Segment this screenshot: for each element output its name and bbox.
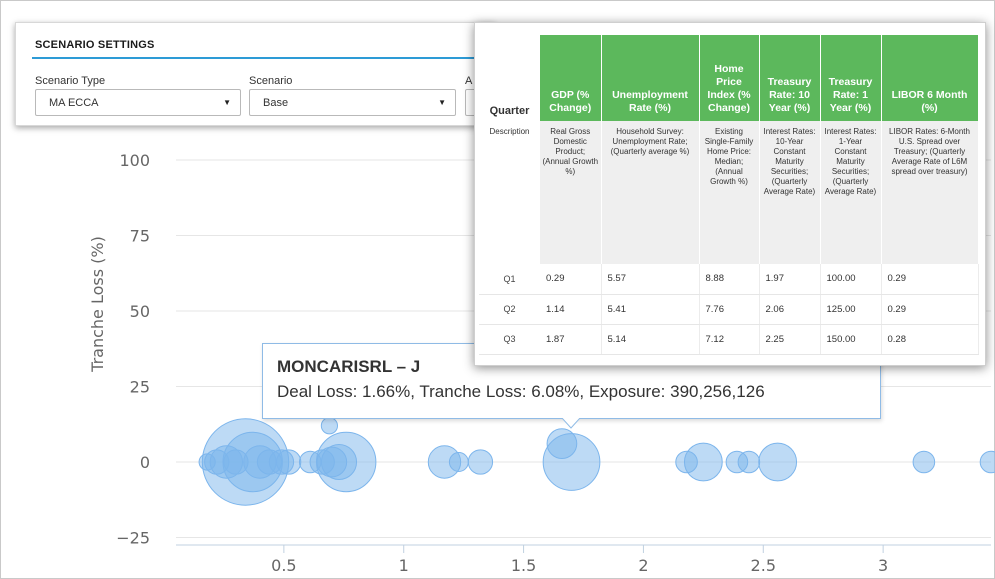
y-axis-title: Tranche Loss (%) (88, 236, 107, 373)
description-cell: Household Survey: Unemployment Rate; (Qu… (601, 121, 700, 264)
scenario-type-label: Scenario Type (35, 75, 106, 87)
chevron-down-icon: ▼ (438, 98, 446, 107)
y-tick-label: 75 (130, 227, 150, 246)
bubble-point[interactable] (448, 452, 469, 472)
bubble-point[interactable] (467, 449, 494, 475)
economic-variables-table: Quarter GDP (% Change) Unemployment Rate… (479, 35, 979, 355)
description-label: Description (489, 127, 530, 136)
column-header-libor-6m: LIBOR 6 Month (%) (881, 35, 979, 121)
value-cell: 1.14 (540, 294, 602, 325)
value-cell: 5.57 (601, 264, 700, 295)
table-row: Q2 1.14 5.41 7.76 2.06 125.00 0.29 (479, 294, 979, 325)
value-cell: 150.00 (820, 324, 882, 355)
value-cell: 0.29 (881, 294, 979, 325)
scenario-select[interactable]: Base ▼ (249, 89, 456, 116)
column-header-gdp: GDP (% Change) (540, 35, 602, 121)
scenario-settings-panel: SCENARIO SETTINGS Scenario Type MA ECCA … (15, 22, 495, 126)
column-header-home-price: Home Price Index (% Change) (699, 35, 760, 121)
x-tick-label: 0.5 (271, 556, 296, 575)
quarter-cell: Q1 (479, 264, 540, 295)
value-cell: 0.29 (881, 264, 979, 295)
scenario-type-value: MA ECCA (49, 97, 99, 109)
tooltip-body: Deal Loss: 1.66%, Tranche Loss: 6.08%, E… (277, 382, 765, 401)
value-cell: 125.00 (820, 294, 882, 325)
value-cell: 5.41 (601, 294, 700, 325)
bubble-point[interactable] (912, 450, 936, 474)
column-header-unemployment: Unemployment Rate (%) (601, 35, 700, 121)
x-tick-label: 2.5 (751, 556, 776, 575)
column-header-treasury-10y: Treasury Rate: 10 Year (%) (759, 35, 821, 121)
bubble-point[interactable] (683, 442, 723, 482)
tooltip-pointer (562, 418, 580, 429)
value-cell: 8.88 (699, 264, 760, 295)
value-cell: 0.28 (881, 324, 979, 355)
description-cell: Existing Single-Family Home Price: Media… (699, 121, 760, 264)
bubble-point[interactable] (276, 449, 302, 475)
value-cell: 1.97 (759, 264, 821, 295)
scenario-type-select[interactable]: MA ECCA ▼ (35, 89, 241, 116)
value-cell: 0.29 (540, 264, 602, 295)
bubble-point[interactable] (758, 442, 798, 482)
description-row: Description Real Gross Domestic Product;… (479, 121, 979, 264)
description-cell: LIBOR Rates: 6-Month U.S. Spread over Tr… (881, 121, 979, 264)
bubble-point[interactable] (542, 433, 601, 491)
column-header-treasury-1y: Treasury Rate: 1 Year (%) (820, 35, 882, 121)
x-tick-label: 3 (878, 556, 888, 575)
third-field-label: A (465, 75, 473, 87)
scenario-label: Scenario (249, 75, 293, 87)
quarter-cell: Q3 (479, 324, 540, 355)
bubble-point[interactable] (320, 417, 339, 435)
description-cell: Interest Rates: 1-Year Constant Maturity… (820, 121, 882, 264)
title-underline (32, 57, 494, 59)
y-tick-label: −25 (116, 529, 150, 548)
description-cell: Interest Rates: 10-Year Constant Maturit… (759, 121, 821, 264)
quarter-cell: Q2 (479, 294, 540, 325)
y-tick-label: 0 (140, 453, 150, 472)
quarter-column-header: Quarter (489, 105, 530, 117)
scenario-value: Base (263, 97, 289, 109)
table-row: Q1 0.29 5.57 8.88 1.97 100.00 0.29 (479, 264, 979, 295)
description-cell: Real Gross Domestic Product; (Annual Gro… (540, 121, 602, 264)
x-tick-label: 1 (399, 556, 409, 575)
chevron-down-icon: ▼ (223, 98, 231, 107)
y-tick-label: 50 (130, 302, 150, 321)
y-tick-label: 25 (130, 378, 150, 397)
x-tick-label: 1.5 (511, 556, 536, 575)
x-tick-labels: 0.5 1 1.5 2 2.5 3 (271, 556, 888, 575)
table-header-row: Quarter GDP (% Change) Unemployment Rate… (479, 35, 979, 121)
bubble-point[interactable] (737, 450, 761, 474)
tooltip-title: MONCARISRL – J (277, 357, 421, 376)
economic-variables-panel: Quarter GDP (% Change) Unemployment Rate… (474, 22, 986, 366)
table-row: Q3 1.87 5.14 7.12 2.25 150.00 0.28 (479, 324, 979, 355)
bubbles (198, 417, 995, 506)
value-cell: 2.06 (759, 294, 821, 325)
value-cell: 100.00 (820, 264, 882, 295)
value-cell: 2.25 (759, 324, 821, 355)
value-cell: 5.14 (601, 324, 700, 355)
scenario-settings-title: SCENARIO SETTINGS (35, 39, 155, 51)
value-cell: 1.87 (540, 324, 602, 355)
x-tick-label: 2 (638, 556, 648, 575)
y-tick-labels: 100 75 50 25 0 −25 (116, 151, 150, 548)
bubble-point[interactable] (979, 450, 995, 474)
bubble-point[interactable] (315, 431, 377, 493)
value-cell: 7.76 (699, 294, 760, 325)
y-tick-label: 100 (119, 151, 150, 170)
value-cell: 7.12 (699, 324, 760, 355)
